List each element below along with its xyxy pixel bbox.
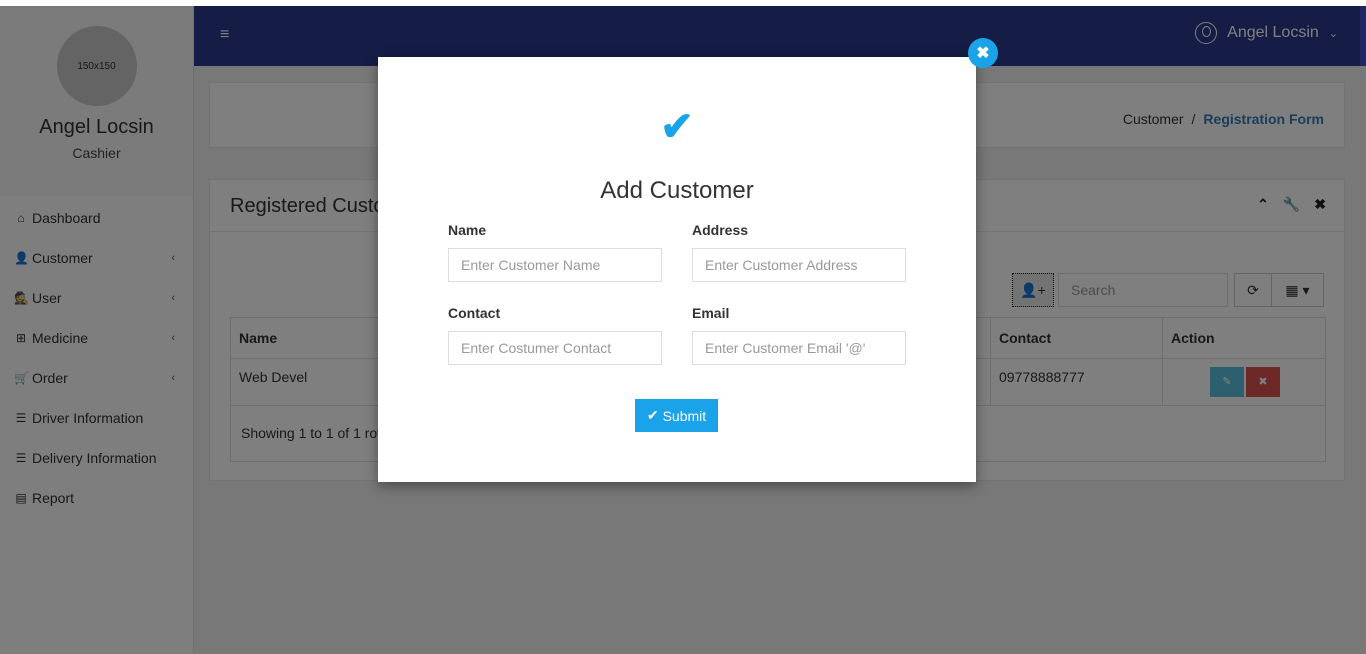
email-input[interactable]	[692, 331, 906, 365]
email-field-group: Email	[692, 305, 906, 365]
name-input[interactable]	[448, 248, 662, 282]
address-field-group: Address	[692, 222, 906, 282]
name-label: Name	[448, 222, 487, 238]
contact-label: Contact	[448, 305, 501, 321]
close-icon: ✖	[976, 45, 990, 62]
submit-button[interactable]: ✔ Submit	[635, 399, 718, 432]
submit-label: Submit	[662, 407, 707, 424]
address-input[interactable]	[692, 248, 906, 282]
add-customer-modal: ✔ Add Customer Name Address Contact Emai…	[378, 57, 976, 482]
check-icon: ✔	[646, 407, 659, 423]
modal-title: Add Customer	[600, 177, 754, 204]
address-label: Address	[692, 222, 749, 238]
contact-input[interactable]	[448, 331, 662, 365]
checkmark-icon: ✔	[660, 105, 694, 149]
modal-close-button[interactable]: ✖	[968, 38, 998, 68]
contact-field-group: Contact	[448, 305, 662, 365]
name-field-group: Name	[448, 222, 662, 282]
email-label: Email	[692, 305, 730, 321]
